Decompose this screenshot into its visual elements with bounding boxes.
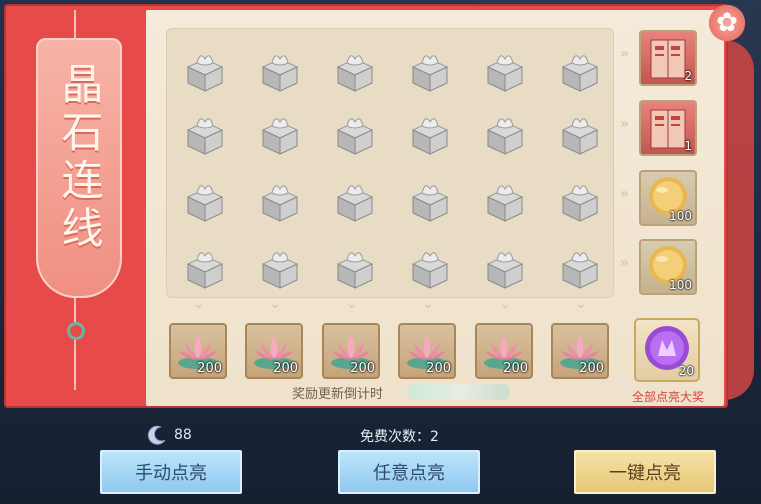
crescent-gem-icon bbox=[147, 425, 166, 445]
silver-gift-box-icon[interactable] bbox=[478, 106, 532, 160]
banner-string-bottom bbox=[74, 298, 76, 322]
row-reward-4[interactable]: 100 bbox=[639, 239, 697, 295]
jade-knot-icon bbox=[67, 322, 85, 340]
silver-gift-box-icon[interactable] bbox=[178, 173, 232, 227]
column-reward-4[interactable]: 200 bbox=[398, 323, 456, 379]
column-reward-qty: 200 bbox=[426, 361, 451, 376]
silver-gift-box-icon[interactable] bbox=[553, 43, 607, 97]
banner-tassel bbox=[74, 340, 76, 390]
column-reward-qty: 200 bbox=[273, 361, 298, 376]
crystal-grid bbox=[166, 28, 614, 298]
silver-gift-box-icon[interactable] bbox=[253, 240, 307, 294]
column-reward-5[interactable]: 200 bbox=[475, 323, 533, 379]
silver-gift-box-icon[interactable] bbox=[403, 173, 457, 227]
grand-prize-label: 全部点亮大奖 bbox=[631, 390, 704, 404]
column-reward-qty: 200 bbox=[350, 361, 375, 376]
random-light-button[interactable]: 任意点亮 bbox=[338, 450, 480, 494]
chevron-down-icon: ⌄ bbox=[193, 296, 205, 312]
silver-gift-box-icon[interactable] bbox=[328, 106, 382, 160]
currency-display: 88 bbox=[146, 424, 192, 446]
grand-prize[interactable]: 20 bbox=[634, 318, 700, 382]
free-count-label: 免费次数：2 bbox=[360, 429, 439, 445]
chevron-down-icon: ⌄ bbox=[499, 296, 511, 312]
row-reward-1[interactable]: 2 bbox=[639, 30, 697, 86]
countdown-label: 奖励更新倒计时 bbox=[292, 387, 384, 402]
row-reward-qty: 100 bbox=[669, 278, 692, 292]
banner-string-top bbox=[74, 10, 76, 40]
countdown-timer-blurred bbox=[408, 384, 510, 400]
silver-gift-box-icon[interactable] bbox=[178, 240, 232, 294]
row-reward-3[interactable]: 100 bbox=[639, 170, 697, 226]
silver-gift-box-icon[interactable] bbox=[478, 43, 532, 97]
column-reward-qty: 200 bbox=[503, 361, 528, 376]
column-reward-qty: 200 bbox=[197, 361, 222, 376]
column-reward-1[interactable]: 200 bbox=[169, 323, 227, 379]
silver-gift-box-icon[interactable] bbox=[253, 173, 307, 227]
chevron-down-icon: ⌄ bbox=[269, 296, 281, 312]
silver-gift-box-icon[interactable] bbox=[553, 240, 607, 294]
silver-gift-box-icon[interactable] bbox=[178, 106, 232, 160]
silver-gift-box-icon[interactable] bbox=[403, 43, 457, 97]
light-all-button[interactable]: 一键点亮 bbox=[574, 450, 716, 494]
chevron-down-icon: ⌄ bbox=[346, 296, 358, 312]
column-reward-6[interactable]: 200 bbox=[551, 323, 609, 379]
silver-gift-box-icon[interactable] bbox=[553, 173, 607, 227]
chevron-down-icon: ⌄ bbox=[575, 296, 587, 312]
silver-gift-box-icon[interactable] bbox=[253, 43, 307, 97]
silver-gift-box-icon[interactable] bbox=[328, 173, 382, 227]
silver-gift-box-icon[interactable] bbox=[403, 106, 457, 160]
silver-gift-box-icon[interactable] bbox=[478, 173, 532, 227]
grand-prize-qty: 20 bbox=[678, 364, 694, 378]
column-reward-3[interactable]: 200 bbox=[322, 323, 380, 379]
chevron-down-icon: ⌄ bbox=[422, 296, 434, 312]
silver-gift-box-icon[interactable] bbox=[553, 106, 607, 160]
chevron-right-icon: » bbox=[620, 116, 630, 132]
silver-gift-box-icon[interactable] bbox=[178, 43, 232, 97]
chevron-right-icon: » bbox=[620, 46, 630, 62]
silver-gift-box-icon[interactable] bbox=[253, 106, 307, 160]
row-reward-qty: 2 bbox=[684, 69, 692, 83]
silver-gift-box-icon[interactable] bbox=[403, 240, 457, 294]
column-reward-qty: 200 bbox=[579, 361, 604, 376]
row-reward-2[interactable]: 1 bbox=[639, 100, 697, 156]
close-flower-icon[interactable]: ✿ bbox=[706, 2, 748, 44]
chevron-right-icon: » bbox=[620, 186, 630, 202]
silver-gift-box-icon[interactable] bbox=[328, 43, 382, 97]
chevron-right-icon: » bbox=[620, 255, 630, 271]
silver-gift-box-icon[interactable] bbox=[328, 240, 382, 294]
silver-gift-box-icon[interactable] bbox=[478, 240, 532, 294]
currency-amount: 88 bbox=[174, 427, 192, 443]
row-reward-qty: 100 bbox=[669, 209, 692, 223]
row-reward-qty: 1 bbox=[684, 139, 692, 153]
page-title: 晶石连线 bbox=[55, 62, 104, 254]
column-reward-2[interactable]: 200 bbox=[245, 323, 303, 379]
manual-light-button[interactable]: 手动点亮 bbox=[100, 450, 242, 494]
